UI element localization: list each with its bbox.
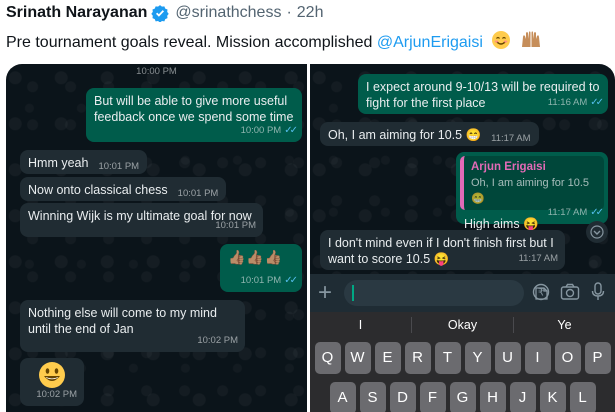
raised-hands-icon <box>520 30 542 55</box>
message-time: 10:01 PM <box>177 188 219 199</box>
message-meta: 10:00 PM ✓✓ <box>240 123 298 139</box>
key[interactable]: U <box>494 342 521 374</box>
tweet-text-body: Pre tournament goals reveal. Mission acc… <box>6 34 377 51</box>
message-bubble-in[interactable]: Hmm yeah 10:01 PM <box>20 150 148 174</box>
message-time: 11:17 AM <box>491 133 531 144</box>
read-ticks-icon: ✓✓ <box>590 207 604 218</box>
message-bubble-in[interactable]: 10:02 PM <box>20 358 84 406</box>
message-meta: 10:01 PM ✓✓ <box>240 273 298 289</box>
message-meta: 11:16 AM ✓✓ <box>547 95 604 111</box>
key[interactable]: R <box>404 342 431 374</box>
key[interactable]: J <box>509 382 536 412</box>
key[interactable]: L <box>569 382 596 412</box>
scroll-down-button[interactable] <box>586 221 608 243</box>
key[interactable]: O <box>554 342 581 374</box>
message-bubble-out[interactable]: But will be able to give more useful fee… <box>86 88 302 142</box>
smiling-face-icon <box>491 30 511 55</box>
message-time: 10:01 PM <box>240 275 282 286</box>
message-bubble-out[interactable]: I expect around 9-10/13 will be required… <box>358 74 608 114</box>
message-bubble-in[interactable]: I don't mind even if I don't finish firs… <box>320 230 565 270</box>
suggestion-item[interactable]: Okay <box>412 312 513 338</box>
suggestion-item[interactable]: I <box>310 312 411 338</box>
message-time: 11:16 AM <box>547 97 588 108</box>
key[interactable]: K <box>539 382 566 412</box>
chat-screenshot-left[interactable]: 10:00 PM But will be able to give more u… <box>6 64 307 412</box>
separator-dot: · <box>286 4 292 21</box>
reply-text: Oh, I am aiming for 10.5 😁 <box>471 177 589 205</box>
message-meta: 11:17 AM ✓✓ <box>547 205 604 221</box>
author-name[interactable]: Srinath Narayanan <box>6 4 147 22</box>
key[interactable]: E <box>374 342 401 374</box>
key[interactable]: I <box>524 342 551 374</box>
key[interactable]: G <box>449 382 476 412</box>
reply-author: Arjun Erigaisi <box>471 161 546 173</box>
message-time: 10:01 PM <box>98 161 140 172</box>
message-time: 10:00 PM <box>240 125 282 136</box>
svg-text:₹: ₹ <box>538 288 544 299</box>
mention-link[interactable]: @ArjunErigaisi <box>377 34 483 51</box>
read-ticks-icon: ✓✓ <box>284 275 298 286</box>
message-time: 10:02 PM <box>36 389 77 400</box>
tweet-media[interactable]: 10:00 PM But will be able to give more u… <box>6 64 615 412</box>
camera-icon[interactable] <box>560 283 580 306</box>
message-input-bar: + ₹ <box>310 274 615 312</box>
message-bubble-in[interactable]: Oh, I am aiming for 10.5 😁 11:17 AM <box>320 122 539 146</box>
on-screen-keyboard: I Okay Ye Q W E R T Y U I O P A S D F G … <box>310 312 615 412</box>
message-text: Nothing else will come to my mind until … <box>28 306 217 336</box>
reply-message-bubble[interactable]: Arjun Erigaisi Oh, I am aiming for 10.5 … <box>456 152 608 231</box>
message-time: 11:17 AM <box>518 253 558 264</box>
key[interactable]: H <box>479 382 506 412</box>
read-ticks-icon: ✓✓ <box>590 97 604 108</box>
key[interactable]: D <box>389 382 416 412</box>
top-time: 10:00 PM <box>136 66 177 77</box>
author-handle[interactable]: @srinathchess <box>175 4 281 22</box>
key[interactable]: F <box>419 382 446 412</box>
key[interactable]: A <box>329 382 356 412</box>
key[interactable]: P <box>584 342 611 374</box>
tweet-text: Pre tournament goals reveal. Mission acc… <box>6 30 542 55</box>
key[interactable]: W <box>344 342 371 374</box>
message-time: 11:17 AM <box>547 207 588 218</box>
message-bubble-out[interactable]: 👍🏽👍🏽👍🏽 10:01 PM ✓✓ <box>220 244 302 292</box>
message-time: 10:02 PM <box>197 335 238 346</box>
message-text: But will be able to give more useful fee… <box>94 94 294 124</box>
message-input[interactable] <box>344 280 548 306</box>
payment-icon[interactable]: ₹ <box>532 283 550 306</box>
message-text: High aims 😝 <box>464 217 539 231</box>
tweet-timestamp[interactable]: 22h <box>297 4 324 22</box>
key[interactable]: Q <box>314 342 341 374</box>
message-bubble-in[interactable]: Now onto classical chess 10:01 PM <box>20 177 227 201</box>
text-cursor <box>352 285 354 301</box>
attach-plus-icon[interactable]: + <box>310 281 340 305</box>
read-ticks-icon: ✓✓ <box>284 125 298 136</box>
key[interactable]: T <box>434 342 461 374</box>
tweet-header: Srinath Narayanan @srinathchess · 22h <box>6 3 323 23</box>
suggestion-bar: I Okay Ye <box>310 312 615 338</box>
reply-quote[interactable]: Arjun Erigaisi Oh, I am aiming for 10.5 … <box>460 156 604 210</box>
message-text: Oh, I am aiming for 10.5 😁 <box>328 128 482 142</box>
keyboard-row-2: A S D F G H J K L <box>310 382 615 412</box>
chat-screenshot-right[interactable]: I expect around 9-10/13 will be required… <box>310 64 615 412</box>
message-text: Now onto classical chess <box>28 183 168 197</box>
message-time: 10:01 PM <box>215 220 256 231</box>
key[interactable]: Y <box>464 342 491 374</box>
chevron-down-icon <box>590 225 604 239</box>
microphone-icon[interactable] <box>590 282 606 307</box>
message-bubble-in[interactable]: Winning Wijk is my ultimate goal for now… <box>20 203 263 237</box>
thumbs-up-emojis: 👍🏽👍🏽👍🏽 <box>228 249 284 265</box>
verified-badge-icon <box>151 4 170 22</box>
message-text: Hmm yeah <box>28 156 89 170</box>
message-bubble-in[interactable]: Nothing else will come to my mind until … <box>20 300 245 352</box>
keyboard-row-1: Q W E R T Y U I O P <box>310 342 615 374</box>
key[interactable]: S <box>359 382 386 412</box>
suggestion-item[interactable]: Ye <box>514 312 615 338</box>
